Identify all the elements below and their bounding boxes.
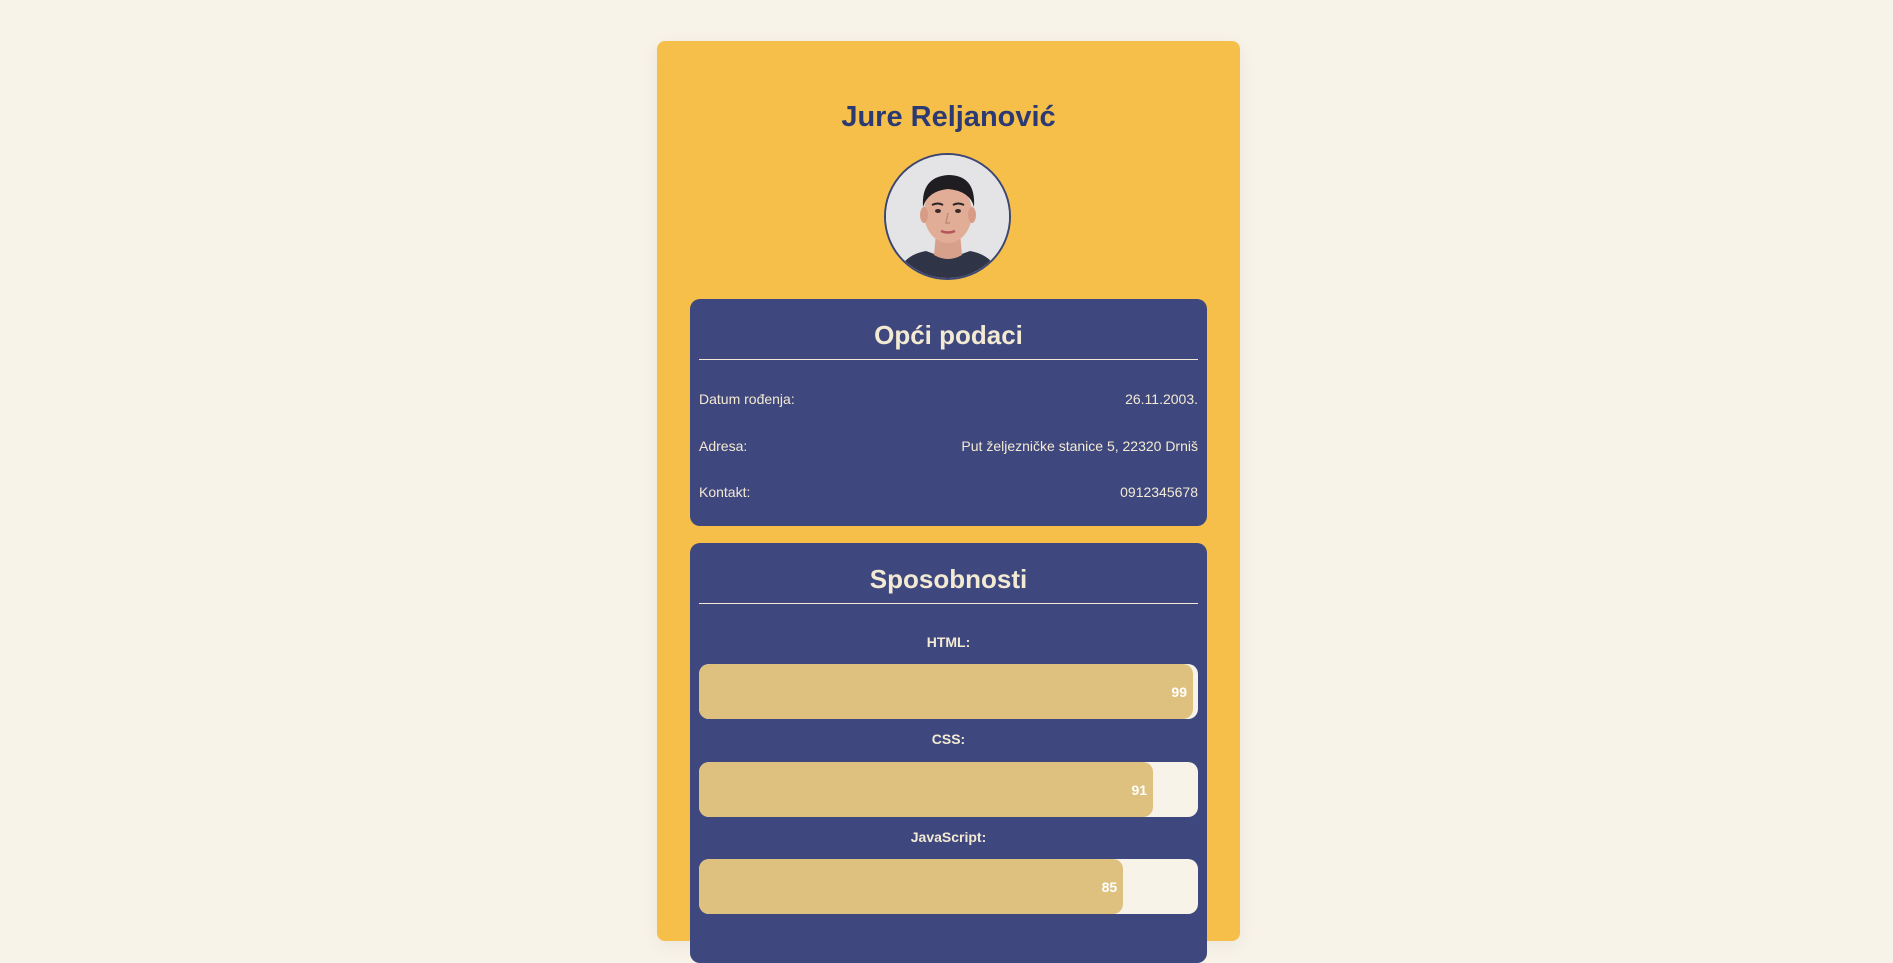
general-info-title: Opći podaci <box>874 320 1023 350</box>
info-value: Put željezničke stanice 5, 22320 Drniš <box>961 438 1198 454</box>
skill-label-css: CSS: <box>931 731 966 747</box>
info-label: Adresa: <box>699 438 748 454</box>
info-value: 0912345678 <box>1120 484 1198 500</box>
profile-card: Jure Reljanović Opći podaci Datum rođenj… <box>657 41 1240 963</box>
skill-label-javascript: JavaScript: <box>910 829 987 845</box>
avatar-photo-icon <box>884 153 1011 280</box>
skill-bar-fill: 91 <box>699 762 1154 817</box>
profile-name: Jure Reljanović <box>841 101 1056 133</box>
skill-value: 99 <box>1171 683 1187 700</box>
skill-value: 91 <box>1131 781 1148 798</box>
info-row-birthdate: Datum rođenja: 26.11.2003. <box>699 391 1198 411</box>
section-divider <box>699 359 1198 360</box>
skill-bar-fill: 99 <box>699 664 1193 719</box>
section-divider <box>699 603 1198 604</box>
skill-bar-html: 99 <box>699 664 1198 719</box>
skill-label-html: HTML: <box>926 634 971 650</box>
skill-bar-css: 91 <box>699 762 1198 817</box>
general-info-section: Opći podaci Datum rođenja: 26.11.2003. A… <box>690 299 1207 526</box>
skills-title: Sposobnosti <box>869 564 1028 594</box>
info-label: Kontakt: <box>699 484 751 500</box>
skills-section: Sposobnosti HTML: 99 CSS: 91 JavaScript:… <box>690 543 1207 963</box>
info-row-address: Adresa: Put željezničke stanice 5, 22320… <box>699 438 1198 458</box>
info-value: 26.11.2003. <box>1125 391 1198 407</box>
info-label: Datum rođenja: <box>699 391 795 407</box>
info-row-contact: Kontakt: 0912345678 <box>699 484 1198 504</box>
